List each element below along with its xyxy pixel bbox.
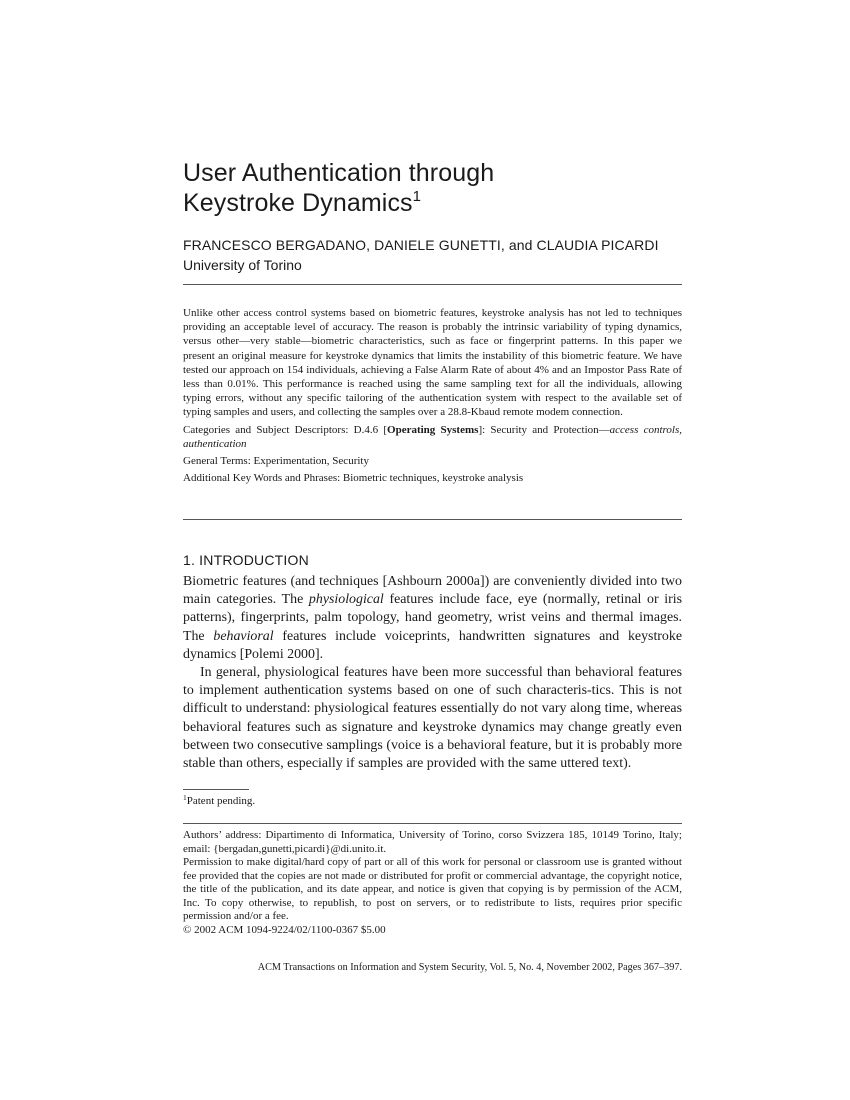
copyright-line: © 2002 ACM 1094-9224/02/1100-0367 $5.00 [183, 923, 386, 936]
title-line-1: User Authentication through [183, 159, 495, 187]
paper-title: User Authentication through Keystroke Dy… [183, 158, 682, 218]
author-list: FRANCESCO BERGADANO, DANIELE GUNETTI, an… [183, 237, 659, 253]
abstract-text: Unlike other access control systems base… [183, 307, 682, 419]
paragraph-2: In general, physiological features have … [183, 665, 682, 772]
keywords: Additional Key Words and Phrases: Biomet… [183, 472, 524, 485]
footnote: 1Patent pending. [183, 793, 256, 807]
footnote-rule [183, 789, 249, 790]
abstract-rule [183, 519, 682, 520]
categories-descriptors: Categories and Subject Descriptors: D.4.… [183, 423, 683, 450]
permission-notice: Permission to make digital/hard copy of … [183, 856, 682, 922]
authors-address: Authors’ address: Dipartimento di Inform… [183, 829, 682, 855]
section-heading: 1. INTRODUCTION [183, 552, 309, 568]
journal-citation: ACM Transactions on Information and Syst… [257, 962, 682, 973]
section-body: Biometric features (and techniques [Ashb… [183, 573, 682, 773]
header-rule [183, 284, 682, 285]
fine-print-rule [183, 823, 682, 824]
fine-print: Authors’ address: Dipartimento di Inform… [183, 829, 682, 937]
title-footnote-marker: 1 [412, 188, 422, 205]
paragraph-1: Biometric features (and techniques [Ashb… [183, 574, 683, 662]
general-terms: General Terms: Experimentation, Security [183, 455, 369, 468]
abstract: Unlike other access control systems base… [183, 306, 682, 485]
title-line-2: Keystroke Dynamics [183, 189, 413, 217]
affiliation: University of Torino [183, 257, 302, 273]
